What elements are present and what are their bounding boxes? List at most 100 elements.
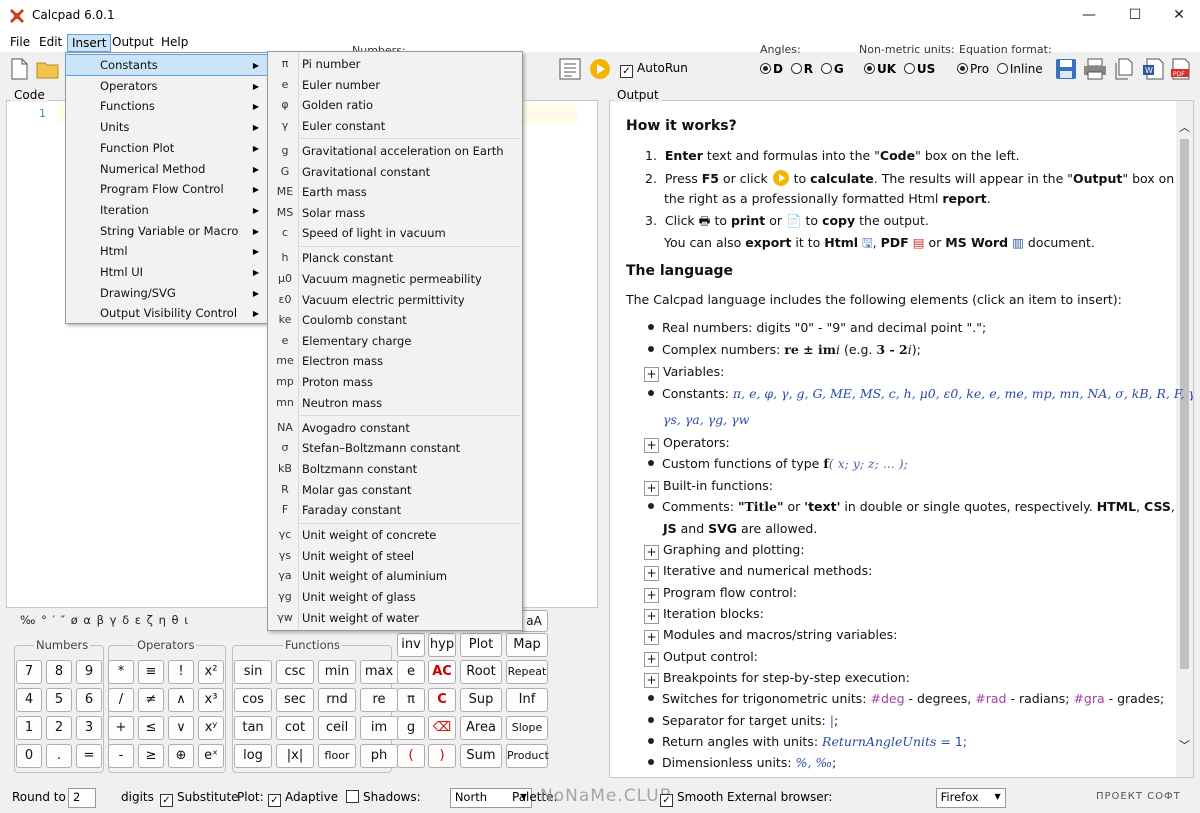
key-2-9[interactable]: ceil (318, 716, 356, 740)
key-0-6[interactable]: x² (198, 660, 224, 684)
expand-icon[interactable]: + (644, 545, 659, 560)
us-radio[interactable]: US (903, 62, 935, 76)
insert-menu-item-units[interactable]: Units (66, 117, 267, 137)
constant-item-speed-of-light-in-vacuum[interactable]: c Speed of light in vacuum (268, 223, 522, 243)
insert-menu-item-html[interactable]: Html (66, 241, 267, 261)
key-1-13[interactable]: Sup (460, 688, 502, 712)
expand-item-6[interactable]: + Breakpoints for step-by-step execution: (644, 670, 910, 688)
separator-item[interactable]: Separator for target units: |; (648, 713, 838, 728)
key-0-11[interactable]: e (397, 660, 425, 684)
constant-item-proton-mass[interactable]: mp Proton mass (268, 372, 522, 392)
key-0-4[interactable]: ≡ (138, 660, 164, 684)
menu-file[interactable]: File (6, 34, 34, 52)
expand-icon[interactable]: + (644, 608, 659, 624)
minimize-button[interactable]: — (1066, 0, 1112, 30)
constant-item-vacuum-electric-permittivity[interactable]: ε0 Vacuum electric permittivity (268, 290, 522, 310)
angle-d-radio[interactable]: D (760, 62, 783, 76)
constant-item-neutron-mass[interactable]: mn Neutron mass (268, 393, 522, 413)
key-0-9[interactable]: min (318, 660, 356, 684)
expand-item-4[interactable]: + Modules and macros/string variables: (644, 627, 897, 646)
key-0-14[interactable]: Repeat (506, 660, 548, 684)
pdf-export-icon[interactable]: PDF (1170, 58, 1192, 80)
expand-icon[interactable]: + (644, 672, 659, 688)
expand-item-2[interactable]: + Program flow control: (644, 585, 797, 603)
round-digits-input[interactable]: 2 (68, 788, 96, 808)
key-1-9[interactable]: rnd (318, 688, 356, 712)
expand-item-0[interactable]: + Graphing and plotting: (644, 542, 805, 560)
insert-menu-item-program-flow-control[interactable]: Program Flow Control (66, 179, 267, 199)
constant-item-boltzmann-constant[interactable]: kB Boltzmann constant (268, 459, 522, 479)
shadows-checkbox[interactable]: Shadows: (346, 790, 421, 804)
save-html-icon[interactable] (1055, 58, 1077, 80)
key-0-1[interactable]: 8 (46, 660, 72, 684)
map-key[interactable]: Map (506, 633, 548, 657)
insert-menu-item-string-variable-or-macro[interactable]: String Variable or Macro (66, 221, 267, 241)
maximize-button[interactable]: ☐ (1112, 0, 1158, 30)
return-angles-item[interactable]: Return angles with units: ReturnAngleUni… (648, 734, 967, 749)
menu-edit[interactable]: Edit (35, 34, 66, 52)
insert-menu-item-constants[interactable]: Constants (65, 54, 268, 76)
autorun-checkbox[interactable]: ✓ AutoRun (620, 61, 688, 78)
key-2-12[interactable]: ⌫ (428, 716, 456, 740)
key-0-8[interactable]: csc (276, 660, 314, 684)
key-1-2[interactable]: 6 (76, 688, 102, 712)
constant-item-unit-weight-of-glass[interactable]: γg Unit weight of glass (268, 587, 522, 607)
key-2-14[interactable]: Slope (506, 716, 548, 740)
comments-item[interactable]: Comments: "Title" or 'text' in double or… (648, 499, 1175, 514)
key-1-3[interactable]: / (108, 688, 134, 712)
expand-item-3[interactable]: + Iteration blocks: (644, 606, 764, 624)
constant-item-euler-number[interactable]: e Euler number (268, 75, 522, 95)
menu-output[interactable]: Output (108, 34, 158, 52)
hyp-key[interactable]: hyp (428, 633, 456, 657)
constant-item-unit-weight-of-concrete[interactable]: γc Unit weight of concrete (268, 525, 522, 545)
key-3-9[interactable]: floor (318, 744, 356, 768)
key-3-3[interactable]: - (108, 744, 134, 768)
uk-radio[interactable]: UK (864, 62, 896, 76)
constant-item-pi-number[interactable]: π Pi number (268, 54, 522, 74)
insert-menu-item-iteration[interactable]: Iteration (66, 200, 267, 220)
key-3-11[interactable]: ( (397, 744, 425, 768)
insert-menu-item-output-visibility-control[interactable]: Output Visibility Control (66, 303, 267, 323)
key-3-4[interactable]: ≥ (138, 744, 164, 768)
angle-g-radio[interactable]: G (820, 62, 844, 76)
constant-item-vacuum-magnetic-permeability[interactable]: μ0 Vacuum magnetic permeability (268, 269, 522, 289)
key-1-6[interactable]: x³ (198, 688, 224, 712)
key-3-7[interactable]: log (234, 744, 272, 768)
operators-item[interactable]: + Operators: (644, 435, 730, 453)
key-1-8[interactable]: sec (276, 688, 314, 712)
insert-menu-item-operators[interactable]: Operators (66, 76, 267, 96)
constant-item-elementary-charge[interactable]: e Elementary charge (268, 331, 522, 351)
key-1-10[interactable]: re (360, 688, 398, 712)
insert-menu-item-function-plot[interactable]: Function Plot (66, 138, 267, 158)
expand-icon[interactable]: + (644, 481, 659, 496)
inv-key[interactable]: inv (397, 633, 425, 657)
greek-symbols-row[interactable]: ‰ ° ′ ″ ø α β γ δ ε ζ η θ ι (20, 613, 189, 627)
constant-item-golden-ratio[interactable]: φ Golden ratio (268, 95, 522, 115)
smooth-checkbox[interactable]: ✓ Smooth (660, 790, 723, 807)
constants-item[interactable]: Constants: π, e, φ, γ, g, G, ME, MS, c, … (648, 386, 1193, 401)
plot-key[interactable]: Plot (460, 633, 502, 657)
variables-item[interactable]: + Variables: (644, 364, 724, 382)
output-scrollbar[interactable]: ︿ ﹀ (1176, 101, 1193, 777)
key-0-2[interactable]: 9 (76, 660, 102, 684)
key-1-0[interactable]: 4 (16, 688, 42, 712)
expand-item-1[interactable]: + Iterative and numerical methods: (644, 563, 872, 582)
key-0-0[interactable]: 7 (16, 660, 42, 684)
insert-menu-item-drawing-svg[interactable]: Drawing/SVG (66, 283, 267, 303)
real-numbers-item[interactable]: Real numbers: digits "0" - "9" and decim… (648, 320, 986, 335)
scroll-thumb[interactable] (1180, 139, 1189, 669)
key-2-11[interactable]: g (397, 716, 425, 740)
insert-menu-item-numerical-method[interactable]: Numerical Method (66, 159, 267, 179)
copy-icon[interactable] (1113, 58, 1135, 80)
trig-switches-item[interactable]: Switches for trigonometric units: #deg -… (648, 691, 1164, 706)
constant-item-coulomb-constant[interactable]: ke Coulomb constant (268, 310, 522, 330)
expand-icon[interactable]: + (644, 438, 659, 453)
constant-item-avogadro-constant[interactable]: NA Avogadro constant (268, 418, 522, 438)
key-3-14[interactable]: Product (506, 744, 549, 768)
key-1-14[interactable]: Inf (506, 688, 548, 712)
key-3-8[interactable]: |x| (276, 744, 314, 768)
play-calculate-icon[interactable] (589, 58, 611, 80)
key-3-5[interactable]: ⊕ (168, 744, 194, 768)
key-2-3[interactable]: + (108, 716, 134, 740)
key-2-0[interactable]: 1 (16, 716, 42, 740)
